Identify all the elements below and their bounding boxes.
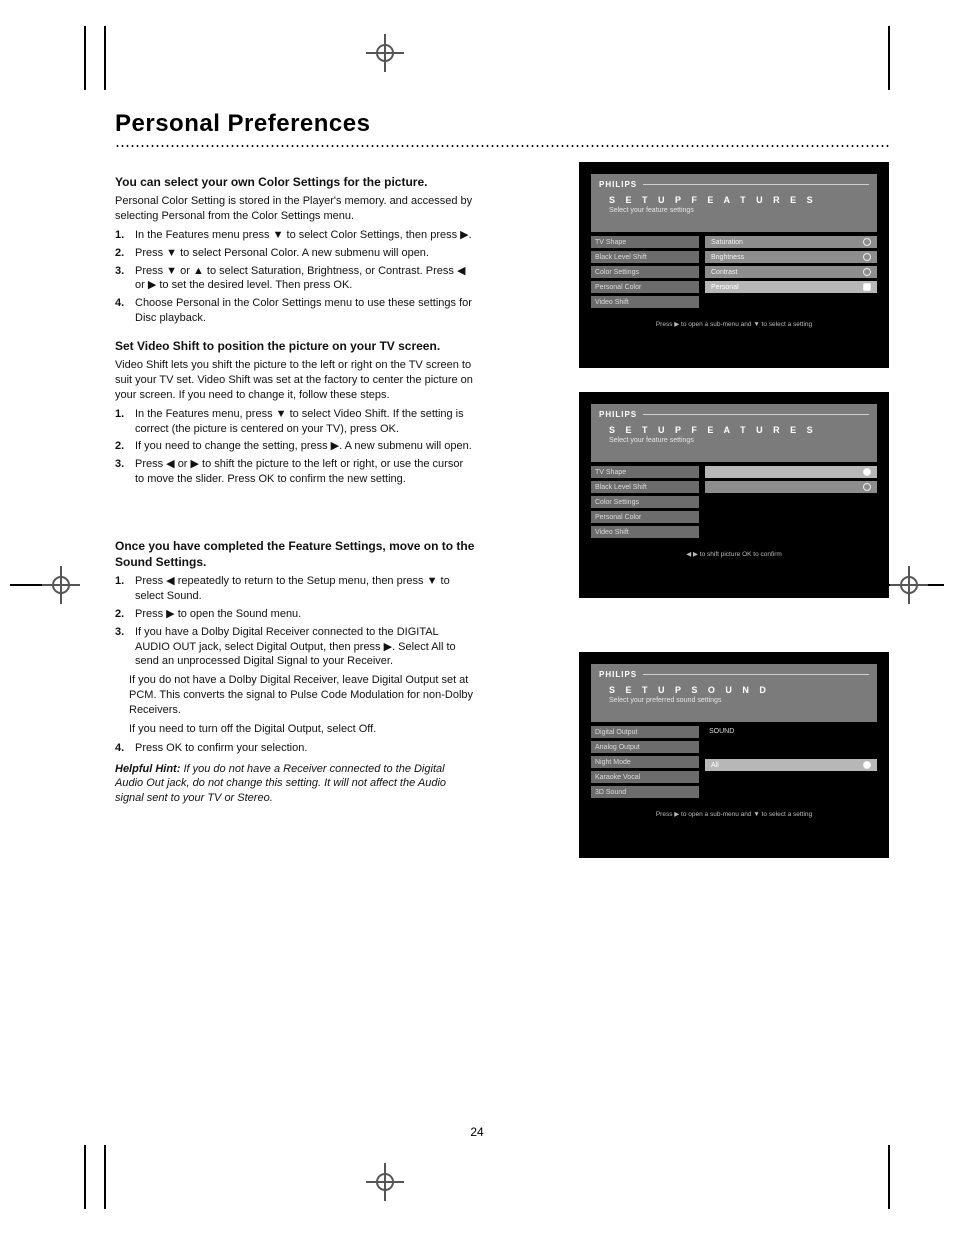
radio-icon	[863, 468, 871, 476]
check-icon	[863, 283, 871, 291]
osd-slider-row	[705, 481, 877, 493]
step: Choose Personal in the Color Settings me…	[135, 296, 475, 326]
osd-title: S E T U P F E A T U R E S	[599, 195, 869, 205]
osd-menu-item: TV Shape	[591, 236, 699, 248]
osd-subtitle: Select your preferred sound settings	[599, 697, 869, 704]
tip-label: Helpful Hint:	[115, 763, 180, 775]
step-sub: If you do not have a Dolby Digital Recei…	[129, 673, 475, 718]
osd-hint: ◀ ▶ to shift picture OK to confirm	[591, 550, 877, 558]
osd-menu-item: Black Level Shift	[591, 481, 699, 493]
osd-menu-item: Personal Color	[591, 281, 699, 293]
osd-options: Saturation Brightness Contrast Personal	[705, 236, 877, 308]
osd-menu-item: TV Shape	[591, 466, 699, 478]
osd-menu-item: Digital Output	[591, 726, 699, 738]
osd-option: Contrast	[705, 266, 877, 278]
section-a-heading: You can select your own Color Settings f…	[115, 174, 475, 190]
osd-menu-item: Karaoke Vocal	[591, 771, 699, 783]
osd-options: SOUND All	[705, 726, 877, 798]
osd-option-selected: Personal	[705, 281, 877, 293]
page-number: 24	[470, 1125, 483, 1139]
osd-option-selected: All	[705, 759, 877, 771]
step: Press ◀ repeatedly to return to the Setu…	[135, 574, 475, 604]
osd-screenshot-sound: PHILIPS S E T U P S O U N D Select your …	[579, 652, 889, 858]
osd-left-menu: Digital Output Analog Output Night Mode …	[591, 726, 699, 798]
osd-section-label: SOUND	[705, 726, 877, 737]
osd-brand: PHILIPS	[599, 180, 637, 189]
title-rule	[115, 144, 889, 148]
osd-brand: PHILIPS	[599, 670, 637, 679]
step: Press ▼ to select Personal Color. A new …	[135, 246, 429, 261]
step: If you have a Dolby Digital Receiver con…	[135, 625, 475, 670]
step-sub: If you need to turn off the Digital Outp…	[129, 722, 475, 737]
osd-screenshot-features-videoshift: PHILIPS S E T U P F E A T U R E S Select…	[579, 392, 889, 598]
page-title: Personal Preferences	[115, 110, 889, 138]
step: Press ▼ or ▲ to select Saturation, Brigh…	[135, 264, 475, 294]
step: Press ◀ or ▶ to shift the picture to the…	[135, 457, 475, 487]
section-b-heading: Set Video Shift to position the picture …	[115, 338, 475, 354]
radio-icon	[863, 761, 871, 769]
radio-icon	[863, 483, 871, 491]
osd-slider-row	[705, 466, 877, 478]
osd-hint: Press ▶ to open a sub-menu and ▼ to sele…	[591, 810, 877, 818]
step: If you need to change the setting, press…	[135, 439, 472, 454]
osd-menu-item: Color Settings	[591, 496, 699, 508]
osd-menu-item: Video Shift	[591, 526, 699, 538]
osd-menu-item: Personal Color	[591, 511, 699, 523]
step: In the Features menu, press ▼ to select …	[135, 407, 475, 437]
section-b-body: Video Shift lets you shift the picture t…	[115, 358, 475, 403]
radio-icon	[863, 238, 871, 246]
osd-menu-item: Black Level Shift	[591, 251, 699, 263]
radio-icon	[863, 253, 871, 261]
osd-menu-item: 3D Sound	[591, 786, 699, 798]
osd-option: Brightness	[705, 251, 877, 263]
osd-option: Saturation	[705, 236, 877, 248]
osd-screenshot-features-color: PHILIPS S E T U P F E A T U R E S Select…	[579, 162, 889, 368]
osd-menu-item: Video Shift	[591, 296, 699, 308]
osd-menu-item: Color Settings	[591, 266, 699, 278]
radio-icon	[863, 268, 871, 276]
step: Press ▶ to open the Sound menu.	[135, 607, 301, 622]
body-text-column: You can select your own Color Settings f…	[115, 162, 475, 882]
step: In the Features menu press ▼ to select C…	[135, 228, 472, 243]
osd-subtitle: Select your feature settings	[599, 437, 869, 444]
osd-hint: Press ▶ to open a sub-menu and ▼ to sele…	[591, 320, 877, 328]
osd-brand: PHILIPS	[599, 410, 637, 419]
step: Press OK to confirm your selection.	[135, 741, 307, 756]
section-a-body: Personal Color Setting is stored in the …	[115, 194, 475, 224]
section-c-heading: Once you have completed the Feature Sett…	[115, 538, 475, 570]
osd-title: S E T U P S O U N D	[599, 685, 869, 695]
osd-left-menu: TV Shape Black Level Shift Color Setting…	[591, 236, 699, 308]
osd-menu-item: Night Mode	[591, 756, 699, 768]
osd-left-menu: TV Shape Black Level Shift Color Setting…	[591, 466, 699, 538]
osd-menu-item: Analog Output	[591, 741, 699, 753]
osd-options	[705, 466, 877, 538]
osd-subtitle: Select your feature settings	[599, 207, 869, 214]
osd-title: S E T U P F E A T U R E S	[599, 425, 869, 435]
